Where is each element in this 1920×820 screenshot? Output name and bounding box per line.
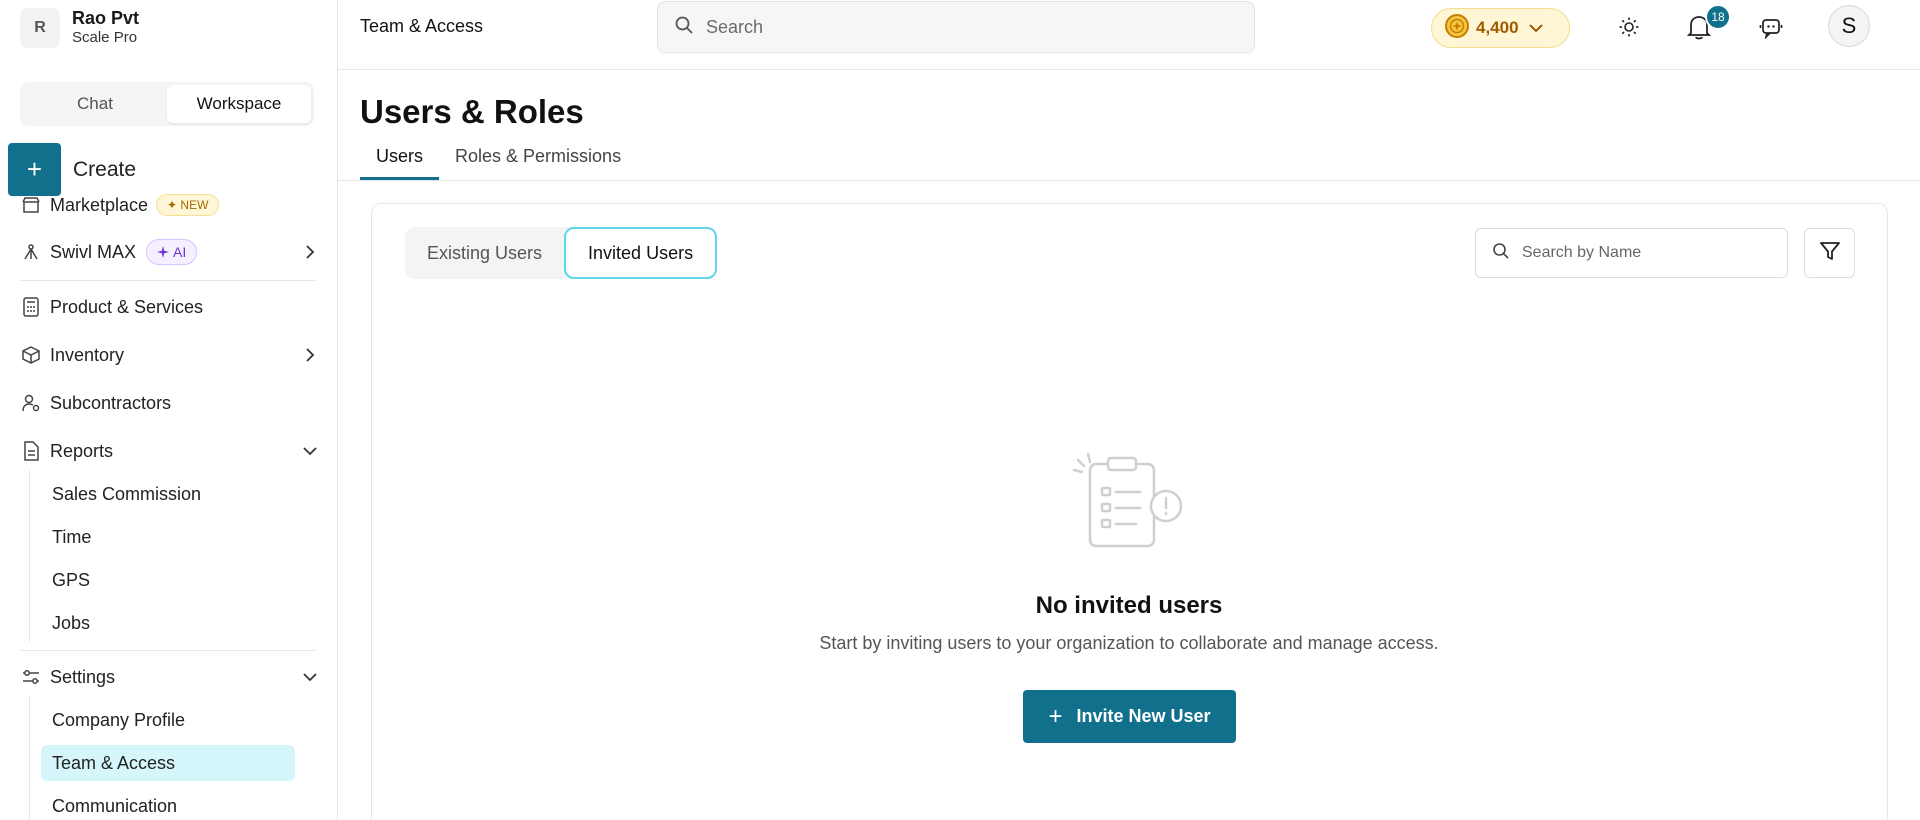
ai-badge: AI: [146, 239, 198, 265]
new-badge: ✦ NEW: [156, 194, 220, 216]
sidebar-item-swivl-max[interactable]: Swivl MAX AI: [20, 237, 320, 267]
top-bar: Team & Access 4,400 18 S: [338, 0, 1920, 70]
org-name: Rao Pvt: [72, 8, 140, 28]
sidebar-item-label: Swivl MAX: [50, 241, 137, 262]
sidebar-item-reports[interactable]: Reports: [20, 436, 320, 466]
org-avatar: R: [20, 8, 60, 48]
chevron-down-icon: [300, 441, 320, 461]
sidebar: R Rao Pvt Scale Pro Chat Workspace + Cre…: [0, 0, 338, 820]
page-title: Users & Roles: [360, 93, 584, 130]
page-tabs: Users Roles & Permissions: [360, 140, 637, 180]
invite-new-user-button[interactable]: + Invite New User: [1023, 690, 1236, 743]
sidebar-item-label: Product & Services: [50, 296, 204, 317]
tab-roles-permissions[interactable]: Roles & Permissions: [439, 140, 637, 180]
name-search-input[interactable]: [1522, 244, 1782, 262]
sliders-icon: [20, 666, 42, 688]
sidebar-divider: [20, 280, 316, 281]
sidebar-item-label: Reports: [50, 440, 114, 461]
sidebar-divider: [20, 650, 316, 651]
calculator-icon: [20, 296, 42, 318]
swivl-icon: [20, 241, 42, 263]
create-button[interactable]: + Create: [8, 143, 136, 196]
create-label: Create: [73, 157, 137, 181]
credits-value: 4,400: [1476, 18, 1519, 37]
plus-icon: +: [8, 143, 61, 196]
sidebar-item-settings[interactable]: Settings: [20, 662, 320, 692]
invited-users-toggle[interactable]: Invited Users: [564, 227, 718, 279]
global-search[interactable]: [657, 1, 1255, 53]
credits-dropdown[interactable]: 4,400: [1431, 8, 1570, 48]
notification-count-badge: 18: [1705, 4, 1731, 30]
sidebar-item-label: Marketplace: [50, 194, 149, 215]
submenu-guide-line: [29, 470, 30, 642]
sidebar-subitem-company-profile[interactable]: Company Profile: [41, 702, 295, 738]
sidebar-item-subcontractors[interactable]: Subcontractors: [20, 388, 320, 418]
sidebar-subitem-gps[interactable]: GPS: [41, 562, 295, 598]
sidebar-item-product-services[interactable]: Product & Services: [20, 292, 320, 322]
user-type-segment: Existing Users Invited Users: [405, 227, 718, 279]
org-switcher[interactable]: R Rao Pvt Scale Pro: [20, 8, 139, 48]
name-search[interactable]: [1475, 228, 1788, 278]
plus-icon: +: [1048, 702, 1063, 730]
filter-icon: [1818, 239, 1842, 268]
empty-state-description: Start by inviting users to your organiza…: [819, 633, 1439, 653]
global-search-input[interactable]: [706, 16, 1226, 38]
sidebar-item-inventory[interactable]: Inventory: [20, 340, 320, 370]
chevron-right-icon: [300, 345, 320, 365]
search-icon: [1492, 242, 1510, 265]
bot-chat-icon[interactable]: [1756, 12, 1786, 42]
sidebar-item-label: Subcontractors: [50, 392, 172, 413]
sidebar-subitem-communication[interactable]: Communication: [41, 788, 295, 820]
chevron-down-icon: [1527, 19, 1545, 37]
user-avatar[interactable]: S: [1828, 5, 1870, 47]
sidebar-item-label: Settings: [50, 666, 116, 687]
empty-clipboard-icon: [1072, 452, 1188, 552]
user-gear-icon: [20, 392, 42, 414]
sidebar-subitem-time[interactable]: Time: [41, 519, 295, 555]
chevron-down-icon: [300, 667, 320, 687]
invite-button-label: Invite New User: [1076, 706, 1211, 726]
chat-mode-button[interactable]: Chat: [23, 85, 167, 123]
sun-icon[interactable]: [1614, 12, 1644, 42]
tabs-divider: [338, 180, 1920, 181]
breadcrumb-title: Team & Access: [360, 16, 484, 36]
org-plan: Scale Pro: [72, 29, 138, 46]
empty-state-title: No invited users: [1035, 592, 1223, 619]
workspace-mode-button[interactable]: Workspace: [167, 85, 311, 123]
sidebar-subitem-jobs[interactable]: Jobs: [41, 605, 295, 641]
sidebar-item-label: Inventory: [50, 344, 125, 365]
tab-users[interactable]: Users: [360, 140, 440, 180]
search-icon: [674, 15, 694, 40]
box-icon: [20, 344, 42, 366]
chevron-right-icon: [300, 242, 320, 262]
coin-icon: [1444, 13, 1470, 44]
mode-switch: Chat Workspace: [20, 82, 314, 126]
sparkle-icon: [157, 246, 170, 258]
sidebar-subitem-team-access[interactable]: Team & Access: [41, 745, 295, 781]
store-icon: [20, 194, 42, 216]
existing-users-toggle[interactable]: Existing Users: [405, 227, 564, 279]
filter-button[interactable]: [1804, 228, 1855, 278]
submenu-guide-line: [29, 696, 30, 820]
sidebar-subitem-sales-commission[interactable]: Sales Commission: [41, 476, 295, 512]
document-icon: [20, 440, 42, 462]
